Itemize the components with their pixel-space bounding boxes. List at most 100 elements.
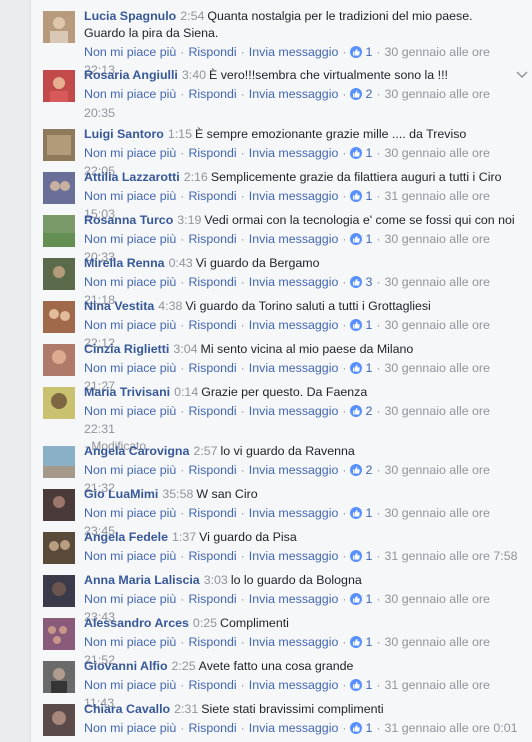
reply-link[interactable]: Rispondi — [188, 318, 236, 332]
chevron-down-icon[interactable] — [516, 66, 528, 82]
send-message-link[interactable]: Invia messaggio — [249, 592, 339, 606]
unlike-link[interactable]: Non mi piace più — [84, 678, 176, 692]
video-timestamp[interactable]: 0:25 — [193, 616, 217, 630]
comment-author[interactable]: Attilia Lazzarotti — [84, 170, 180, 184]
comment-author[interactable]: Angela Fedele — [84, 530, 168, 544]
unlike-link[interactable]: Non mi piace più — [84, 189, 176, 203]
send-message-link[interactable]: Invia messaggio — [249, 232, 339, 246]
reply-link[interactable]: Rispondi — [188, 678, 236, 692]
comment-author[interactable]: Cinzia Riglietti — [84, 342, 169, 356]
unlike-link[interactable]: Non mi piace più — [84, 45, 176, 59]
video-timestamp[interactable]: 3:03 — [204, 573, 228, 587]
comment-author[interactable]: Alessandro Arces — [84, 616, 189, 630]
reply-link[interactable]: Rispondi — [188, 87, 236, 101]
reply-link[interactable]: Rispondi — [188, 549, 236, 563]
unlike-link[interactable]: Non mi piace più — [84, 592, 176, 606]
comment-author[interactable]: Lucia Spagnulo — [84, 9, 176, 23]
avatar[interactable] — [43, 446, 75, 478]
send-message-link[interactable]: Invia messaggio — [249, 189, 339, 203]
avatar[interactable] — [43, 489, 75, 521]
avatar[interactable] — [43, 129, 75, 161]
reply-link[interactable]: Rispondi — [188, 721, 236, 735]
send-message-link[interactable]: Invia messaggio — [249, 635, 339, 649]
video-timestamp[interactable]: 2:57 — [193, 444, 217, 458]
reply-link[interactable]: Rispondi — [188, 506, 236, 520]
comment-author[interactable]: Maria Trivisani — [84, 385, 170, 399]
video-timestamp[interactable]: 3:19 — [177, 213, 201, 227]
unlike-link[interactable]: Non mi piace più — [84, 721, 176, 735]
reply-link[interactable]: Rispondi — [188, 232, 236, 246]
video-timestamp[interactable]: 2:54 — [180, 9, 204, 23]
comment-author[interactable]: Rosaria Angiulli — [84, 68, 178, 82]
send-message-link[interactable]: Invia messaggio — [249, 87, 339, 101]
reply-link[interactable]: Rispondi — [188, 592, 236, 606]
avatar[interactable] — [43, 618, 75, 650]
reply-link[interactable]: Rispondi — [188, 361, 236, 375]
comment-date-line2[interactable]: 20:35 — [84, 106, 115, 120]
avatar[interactable] — [43, 704, 75, 736]
video-timestamp[interactable]: 4:38 — [158, 299, 182, 313]
unlike-link[interactable]: Non mi piace più — [84, 404, 176, 418]
comment-author[interactable]: Luigi Santoro — [84, 127, 164, 141]
comment-date[interactable]: 30 gennaio alle ore — [385, 87, 490, 101]
comment-author[interactable]: Chiara Cavallo — [84, 702, 170, 716]
send-message-link[interactable]: Invia messaggio — [249, 275, 339, 289]
avatar[interactable] — [43, 215, 75, 247]
comment-author[interactable]: Giovanni Alfio — [84, 659, 168, 673]
video-timestamp[interactable]: 2:16 — [184, 170, 208, 184]
unlike-link[interactable]: Non mi piace più — [84, 361, 176, 375]
avatar[interactable] — [43, 575, 75, 607]
reply-link[interactable]: Rispondi — [188, 189, 236, 203]
video-timestamp[interactable]: 1:37 — [172, 530, 196, 544]
video-timestamp[interactable]: 3:04 — [173, 342, 197, 356]
video-timestamp[interactable]: 35:58 — [162, 487, 193, 501]
video-timestamp[interactable]: 0:14 — [174, 385, 198, 399]
unlike-link[interactable]: Non mi piace più — [84, 87, 176, 101]
send-message-link[interactable]: Invia messaggio — [249, 463, 339, 477]
unlike-link[interactable]: Non mi piace più — [84, 463, 176, 477]
avatar[interactable] — [43, 661, 75, 693]
unlike-link[interactable]: Non mi piace più — [84, 275, 176, 289]
send-message-link[interactable]: Invia messaggio — [249, 549, 339, 563]
video-timestamp[interactable]: 3:40 — [182, 68, 206, 82]
comment-date[interactable]: 31 gennaio alle ore 0:01 — [385, 721, 518, 735]
unlike-link[interactable]: Non mi piace più — [84, 232, 176, 246]
comment-date[interactable]: 31 gennaio alle ore 7:58 — [385, 549, 518, 563]
reply-link[interactable]: Rispondi — [188, 463, 236, 477]
video-timestamp[interactable]: 2:31 — [174, 702, 198, 716]
comment-author[interactable]: Angela Carovigna — [84, 444, 189, 458]
reply-link[interactable]: Rispondi — [188, 146, 236, 160]
unlike-link[interactable]: Non mi piace più — [84, 549, 176, 563]
avatar[interactable] — [43, 172, 75, 204]
send-message-link[interactable]: Invia messaggio — [249, 146, 339, 160]
video-timestamp[interactable]: 0:43 — [169, 256, 193, 270]
unlike-link[interactable]: Non mi piace più — [84, 635, 176, 649]
send-message-link[interactable]: Invia messaggio — [249, 404, 339, 418]
reply-link[interactable]: Rispondi — [188, 404, 236, 418]
avatar[interactable] — [43, 301, 75, 333]
unlike-link[interactable]: Non mi piace più — [84, 506, 176, 520]
comment-author[interactable]: Nina Vestita — [84, 299, 154, 313]
unlike-link[interactable]: Non mi piace più — [84, 146, 176, 160]
send-message-link[interactable]: Invia messaggio — [249, 721, 339, 735]
video-timestamp[interactable]: 1:15 — [168, 127, 192, 141]
send-message-link[interactable]: Invia messaggio — [249, 506, 339, 520]
reply-link[interactable]: Rispondi — [188, 635, 236, 649]
send-message-link[interactable]: Invia messaggio — [249, 678, 339, 692]
send-message-link[interactable]: Invia messaggio — [249, 361, 339, 375]
reply-link[interactable]: Rispondi — [188, 45, 236, 59]
avatar[interactable] — [43, 344, 75, 376]
comment-author[interactable]: Mirella Renna — [84, 256, 165, 270]
reply-link[interactable]: Rispondi — [188, 275, 236, 289]
unlike-link[interactable]: Non mi piace più — [84, 318, 176, 332]
comment-author[interactable]: Gio LuaMimi — [84, 487, 158, 501]
avatar[interactable] — [43, 387, 75, 419]
comment-author[interactable]: Rosanna Turco — [84, 213, 173, 227]
send-message-link[interactable]: Invia messaggio — [249, 318, 339, 332]
video-timestamp[interactable]: 2:25 — [172, 659, 196, 673]
avatar[interactable] — [43, 258, 75, 290]
comment-author[interactable]: Anna Maria Laliscia — [84, 573, 200, 587]
avatar[interactable] — [43, 70, 75, 102]
avatar[interactable] — [43, 11, 75, 43]
avatar[interactable] — [43, 532, 75, 564]
